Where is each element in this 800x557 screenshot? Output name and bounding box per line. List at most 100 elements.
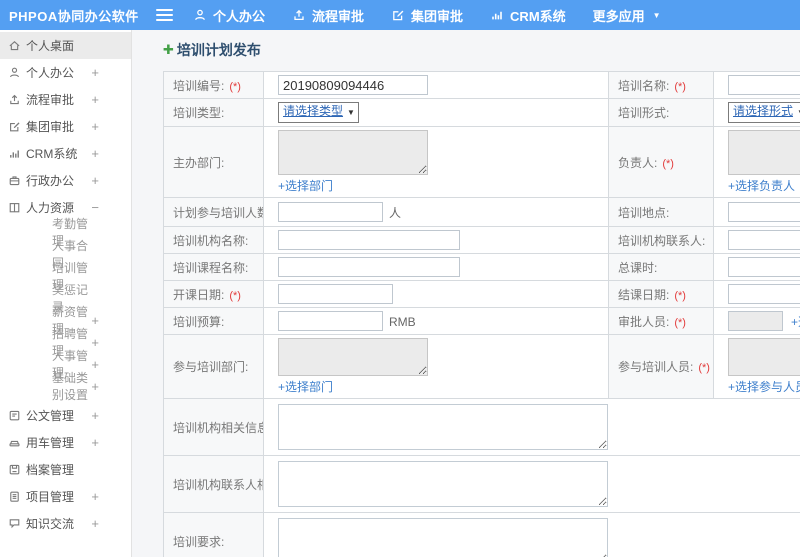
- nav-item-group-approval[interactable]: 集团审批: [391, 6, 463, 25]
- planned-count-input[interactable]: [278, 202, 383, 222]
- home-icon: [8, 39, 21, 52]
- expand-icon[interactable]: +: [91, 379, 99, 394]
- leader-label: 负责人: (*): [608, 126, 714, 198]
- select-leader-link[interactable]: +选择负责人: [728, 177, 795, 194]
- chevron-down-icon: ▼: [652, 10, 661, 20]
- location-label: 培训地点:: [608, 197, 714, 227]
- host-dept-textarea[interactable]: [278, 130, 428, 175]
- flow-icon: [8, 93, 21, 106]
- nav-item-workflow-approval[interactable]: 流程审批: [292, 6, 364, 25]
- chart-icon: [490, 8, 504, 22]
- approver-label: 审批人员: (*): [608, 307, 714, 335]
- edit-icon: [8, 120, 21, 133]
- training-mode-label: 培训形式:: [608, 98, 714, 127]
- collapse-icon[interactable]: −: [91, 200, 99, 215]
- sidebar-item-personal-office[interactable]: 个人办公 +: [0, 59, 131, 86]
- expand-icon[interactable]: +: [91, 92, 99, 107]
- chevron-down-icon: ▼: [347, 108, 355, 117]
- expand-icon[interactable]: +: [91, 146, 99, 161]
- sidebar: 个人桌面 个人办公 + 流程审批 + 集团审批 + CRM系统 + 行政办公 +: [0, 30, 132, 557]
- row-depts-leader: 主办部门: +选择部门 负责人: (*) +选择负责人: [163, 126, 800, 198]
- sidebar-item-group-approval[interactable]: 集团审批 +: [0, 113, 131, 140]
- nav-item-crm[interactable]: CRM系统: [490, 6, 566, 25]
- training-type-label: 培训类型:: [163, 98, 264, 127]
- row-count-location: 计划参与培训人数:(*) 人 培训地点:: [163, 197, 800, 227]
- training-type-select[interactable]: 请选择类型 ▼: [278, 102, 359, 123]
- select-dept-link[interactable]: +选择部门: [278, 177, 333, 194]
- plus-icon: ✚: [163, 42, 174, 57]
- location-input[interactable]: [728, 202, 800, 222]
- chat-icon: [8, 517, 21, 530]
- car-icon: [8, 436, 21, 449]
- training-mode-select[interactable]: 请选择形式▼: [728, 102, 800, 123]
- budget-input[interactable]: [278, 311, 383, 331]
- total-hours-input[interactable]: [728, 257, 800, 277]
- select-approver-link[interactable]: +选择审批人员: [791, 315, 800, 329]
- host-dept-label: 主办部门:: [163, 126, 264, 198]
- join-people-textarea[interactable]: [728, 338, 800, 376]
- hamburger-menu-icon[interactable]: [156, 8, 173, 22]
- org-contact-input[interactable]: [728, 230, 800, 250]
- archive-icon: [8, 463, 21, 476]
- sidebar-item-vehicle[interactable]: 用车管理 +: [0, 429, 131, 456]
- org-info-label: 培训机构相关信息:: [163, 398, 264, 456]
- sidebar-item-personal-desktop[interactable]: 个人桌面: [0, 32, 131, 59]
- row-join-dept-people: 参与培训部门: +选择部门 参与培训人员: (*) +选择参与人员: [163, 334, 800, 399]
- sidebar-item-archives[interactable]: 档案管理: [0, 456, 131, 483]
- expand-icon[interactable]: +: [91, 408, 99, 423]
- select-join-people-link[interactable]: +选择参与人员: [728, 378, 800, 395]
- training-number-input[interactable]: [278, 75, 428, 95]
- requirements-textarea[interactable]: [278, 518, 608, 557]
- sidebar-item-workflow-approval[interactable]: 流程审批 +: [0, 86, 131, 113]
- app-logo: PHPOA协同办公软件: [9, 8, 139, 24]
- org-info-textarea[interactable]: [278, 404, 608, 450]
- nav-item-more-apps[interactable]: 更多应用 ▼: [593, 6, 661, 25]
- expand-icon[interactable]: +: [91, 65, 99, 80]
- expand-icon[interactable]: +: [91, 119, 99, 134]
- end-date-input[interactable]: [728, 284, 800, 304]
- planned-count-label: 计划参与培训人数:(*): [163, 197, 264, 227]
- total-hours-label: 总课时:: [608, 253, 714, 281]
- chart-icon: [8, 147, 21, 160]
- course-name-input[interactable]: [278, 257, 460, 277]
- training-name-input[interactable]: [728, 75, 800, 95]
- row-dates: 开课日期: (*) 结课日期: (*): [163, 280, 800, 308]
- document-icon: [8, 409, 21, 422]
- join-dept-textarea[interactable]: [278, 338, 428, 376]
- nav-item-personal-office[interactable]: 个人办公: [193, 6, 265, 25]
- topbar: PHPOA协同办公软件 个人办公 流程审批 集团审批 CRM系统 更多应用 ▼: [0, 0, 800, 30]
- sidebar-item-admin-office[interactable]: 行政办公 +: [0, 167, 131, 194]
- join-people-label: 参与培训人员: (*): [608, 334, 714, 399]
- unit-rmb: RMB: [389, 314, 416, 329]
- unit-person: 人: [389, 205, 402, 220]
- org-name-input[interactable]: [278, 230, 460, 250]
- expand-icon[interactable]: +: [91, 173, 99, 188]
- row-course-hours: 培训课程名称: 总课时:: [163, 253, 800, 281]
- approver-input[interactable]: [728, 311, 783, 331]
- org-name-label: 培训机构名称:: [163, 226, 264, 254]
- row-number-name: 培训编号:(*) 培训名称:(*): [163, 71, 800, 99]
- requirements-label: 培训要求:: [163, 512, 264, 557]
- training-name-label: 培训名称: (*): [608, 71, 714, 99]
- book-icon: [8, 201, 21, 214]
- row-requirements: 培训要求:: [163, 512, 800, 557]
- sidebar-item-knowledge[interactable]: 知识交流 +: [0, 510, 131, 537]
- sidebar-item-crm[interactable]: CRM系统 +: [0, 140, 131, 167]
- sidebar-subitem-base-category[interactable]: 基础类别设置 +: [0, 371, 131, 402]
- hr-submenu: 考勤管理 人事合同 培训管理 奖惩记录 薪资管理 + 招聘管理 + 人事管理 +: [0, 217, 131, 402]
- main-content: ✚ 培训计划发布 培训编号:(*) 培训名称:(*) 培训类型: 请选择类型▼ …: [133, 30, 800, 557]
- join-dept-label: 参与培训部门:: [163, 334, 264, 399]
- start-date-input[interactable]: [278, 284, 393, 304]
- contact-info-textarea[interactable]: [278, 461, 608, 507]
- person-icon: [193, 8, 207, 22]
- expand-icon[interactable]: +: [91, 435, 99, 450]
- expand-icon[interactable]: +: [91, 516, 99, 531]
- row-contact-info: 培训机构联系人相关信息:: [163, 455, 800, 513]
- expand-icon[interactable]: +: [91, 489, 99, 504]
- budget-label: 培训预算:: [163, 307, 264, 335]
- select-dept-link[interactable]: +选择部门: [278, 378, 333, 395]
- sidebar-item-project[interactable]: 项目管理 +: [0, 483, 131, 510]
- leader-textarea[interactable]: [728, 130, 800, 175]
- sidebar-item-documents[interactable]: 公文管理 +: [0, 402, 131, 429]
- row-orgname-contact: 培训机构名称: 培训机构联系人:: [163, 226, 800, 254]
